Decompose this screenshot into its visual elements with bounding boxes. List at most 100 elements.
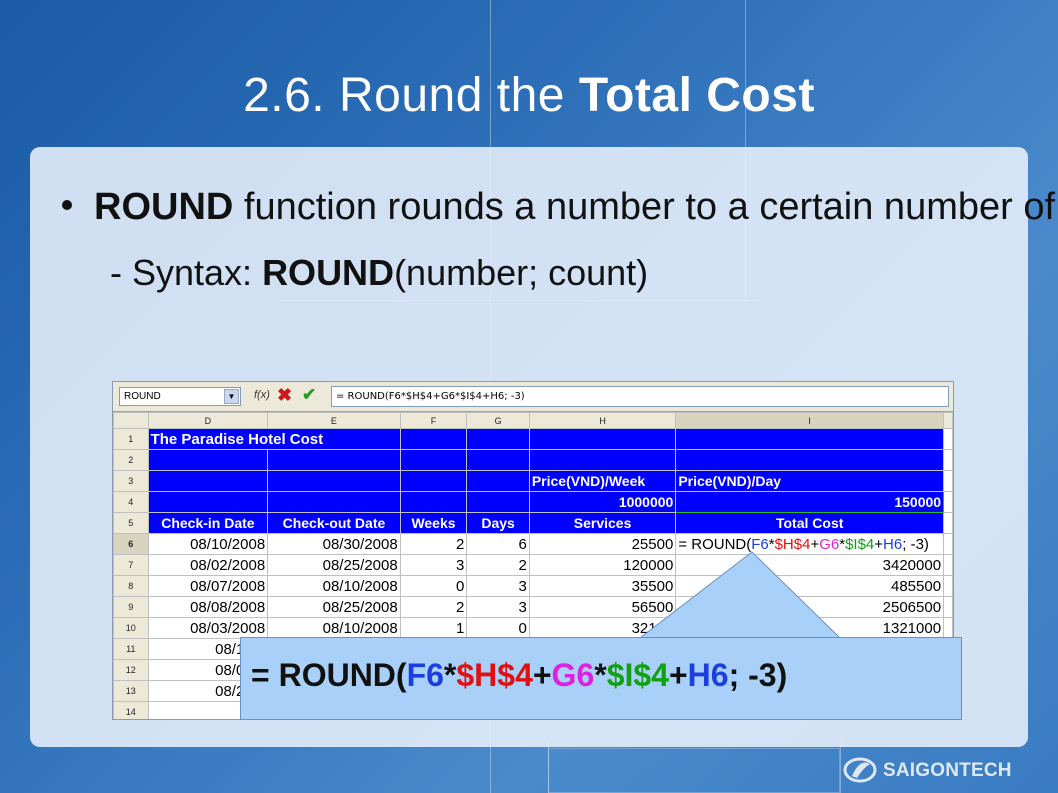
- total-cost-cell[interactable]: 1321000: [675, 617, 945, 639]
- checkout-cell[interactable]: 08/30/2008: [267, 533, 401, 555]
- days-cell[interactable]: 3: [466, 596, 530, 618]
- row-header-2[interactable]: 2: [113, 449, 149, 471]
- weeks-cell[interactable]: 1: [399, 617, 468, 639]
- services-cell[interactable]: 35500: [528, 575, 677, 597]
- cell[interactable]: [675, 428, 945, 450]
- row-header-6[interactable]: 6: [113, 533, 149, 555]
- cell[interactable]: [528, 449, 677, 471]
- cancel-icon[interactable]: ✖: [277, 385, 292, 406]
- weeks-cell[interactable]: 2: [399, 533, 468, 555]
- row-header-1[interactable]: 1: [113, 428, 149, 450]
- checkout-cell[interactable]: 08/25/2008: [267, 554, 401, 576]
- row-header-11[interactable]: 11: [113, 638, 149, 660]
- title-bold: Total Cost: [578, 69, 815, 122]
- price-day-value-cell[interactable]: 150000: [675, 491, 945, 513]
- column-header-i[interactable]: I: [675, 412, 945, 429]
- row-header-3[interactable]: 3: [113, 470, 149, 492]
- checkout-cell[interactable]: 08/10/2008: [267, 575, 401, 597]
- row-header-5[interactable]: 5: [113, 512, 149, 534]
- cell[interactable]: [267, 491, 401, 513]
- row-header-9[interactable]: 9: [113, 596, 149, 618]
- cell[interactable]: [399, 449, 468, 471]
- header-weeks[interactable]: Weeks: [399, 512, 468, 534]
- checkin-cell[interactable]: 08/10/2008: [147, 533, 269, 555]
- function-wizard-icon[interactable]: f(x): [254, 389, 270, 401]
- cell[interactable]: [528, 428, 677, 450]
- cell[interactable]: [147, 449, 269, 471]
- total-cost-cell[interactable]: 2506500: [675, 596, 945, 618]
- row-header-13[interactable]: 13: [113, 680, 149, 702]
- cell[interactable]: [943, 533, 953, 555]
- row-header-12[interactable]: 12: [113, 659, 149, 681]
- days-cell[interactable]: 0: [466, 617, 530, 639]
- header-checkout[interactable]: Check-out Date: [267, 512, 401, 534]
- price-week-value-cell[interactable]: 1000000: [528, 491, 677, 513]
- total-cost-cell[interactable]: 485500: [675, 575, 945, 597]
- checkin-cell[interactable]: 08/03/2008: [147, 617, 269, 639]
- accept-icon[interactable]: ✔: [302, 385, 316, 405]
- total-cost-cell[interactable]: 3420000: [675, 554, 945, 576]
- row-header-7[interactable]: 7: [113, 554, 149, 576]
- cell[interactable]: [399, 470, 468, 492]
- cell[interactable]: [267, 470, 401, 492]
- column-header-h[interactable]: H: [528, 412, 677, 429]
- days-cell[interactable]: 2: [466, 554, 530, 576]
- cell[interactable]: [943, 575, 953, 597]
- header-total-cost[interactable]: Total Cost: [675, 512, 945, 534]
- corner-cell[interactable]: [113, 412, 149, 429]
- checkin-cell[interactable]: 08/02/2008: [147, 554, 269, 576]
- cell[interactable]: [943, 596, 953, 618]
- cell[interactable]: [943, 512, 953, 534]
- formula-input[interactable]: = ROUND(F6*$H$4+G6*$I$4+H6; -3): [331, 386, 949, 407]
- cell[interactable]: [466, 470, 530, 492]
- checkout-cell[interactable]: 08/10/2008: [267, 617, 401, 639]
- sheet-title-cell[interactable]: The Paradise Hotel Cost: [147, 428, 401, 450]
- weeks-cell[interactable]: 0: [399, 575, 468, 597]
- row-header-8[interactable]: 8: [113, 575, 149, 597]
- name-box[interactable]: ROUND ▼: [119, 387, 241, 406]
- row-header-10[interactable]: 10: [113, 617, 149, 639]
- title-prefix: 2.6. Round the: [243, 69, 579, 122]
- column-header-j[interactable]: [943, 412, 953, 429]
- checkin-cell[interactable]: 08/08/2008: [147, 596, 269, 618]
- cell[interactable]: [267, 449, 401, 471]
- total-cost-edit-cell[interactable]: = ROUND(F6*$H$4+G6*$I$4+H6; -3): [675, 533, 945, 555]
- row-header-14[interactable]: 14: [113, 701, 149, 719]
- cell[interactable]: [466, 428, 530, 450]
- services-cell[interactable]: 120000: [528, 554, 677, 576]
- header-days[interactable]: Days: [466, 512, 530, 534]
- column-header-e[interactable]: E: [267, 412, 401, 429]
- cell[interactable]: [466, 491, 530, 513]
- header-services[interactable]: Services: [528, 512, 677, 534]
- cell[interactable]: [466, 449, 530, 471]
- chevron-down-icon[interactable]: ▼: [224, 389, 239, 404]
- services-cell[interactable]: 56500: [528, 596, 677, 618]
- weeks-cell[interactable]: 2: [399, 596, 468, 618]
- days-cell[interactable]: 6: [466, 533, 530, 555]
- price-week-label-cell[interactable]: Price(VND)/Week: [528, 470, 677, 492]
- cell[interactable]: [147, 491, 269, 513]
- header-checkin[interactable]: Check-in Date: [147, 512, 269, 534]
- column-header-f[interactable]: F: [399, 412, 468, 429]
- column-header-d[interactable]: D: [147, 412, 269, 429]
- cell[interactable]: [147, 470, 269, 492]
- cell[interactable]: [943, 470, 953, 492]
- callout-ref-g6: G6: [551, 657, 595, 693]
- days-cell[interactable]: 3: [466, 575, 530, 597]
- cell[interactable]: [675, 449, 945, 471]
- cell[interactable]: [943, 491, 953, 513]
- cell[interactable]: [943, 617, 953, 639]
- cell[interactable]: [943, 449, 953, 471]
- column-header-g[interactable]: G: [466, 412, 530, 429]
- price-day-label-cell[interactable]: Price(VND)/Day: [675, 470, 945, 492]
- checkout-cell[interactable]: 08/25/2008: [267, 596, 401, 618]
- weeks-cell[interactable]: 3: [399, 554, 468, 576]
- row-header-4[interactable]: 4: [113, 491, 149, 513]
- services-cell[interactable]: 25500: [528, 533, 677, 555]
- cell[interactable]: [943, 554, 953, 576]
- services-cell[interactable]: 32100: [528, 617, 677, 639]
- cell[interactable]: [399, 491, 468, 513]
- checkin-cell[interactable]: 08/07/2008: [147, 575, 269, 597]
- cell[interactable]: [943, 428, 953, 450]
- cell[interactable]: [399, 428, 468, 450]
